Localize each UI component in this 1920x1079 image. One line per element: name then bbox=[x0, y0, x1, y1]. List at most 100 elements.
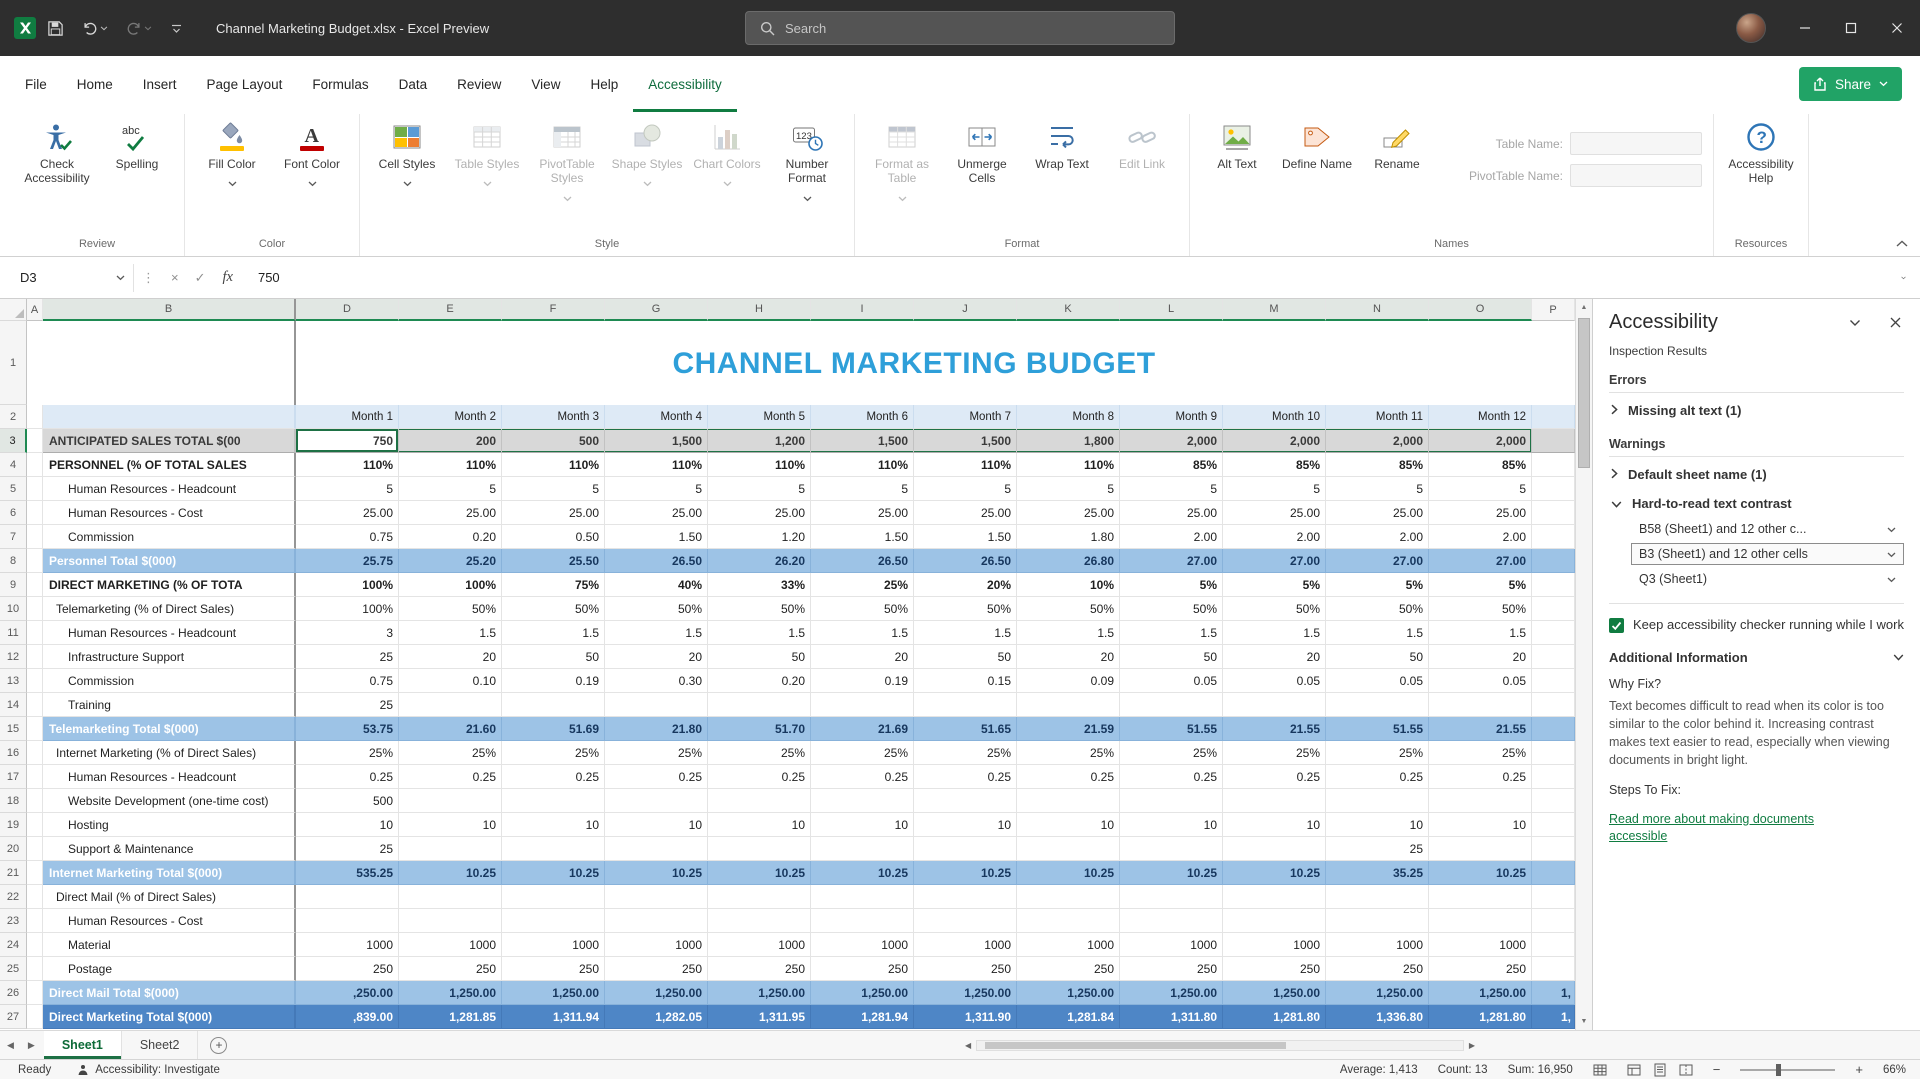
cell-K5[interactable]: 5 bbox=[1017, 477, 1120, 501]
name-box-resize-handle[interactable]: ⋮ bbox=[134, 270, 163, 286]
cell-D14[interactable]: 25 bbox=[296, 693, 399, 717]
cell-J14[interactable] bbox=[914, 693, 1017, 717]
tab-home[interactable]: Home bbox=[62, 56, 128, 112]
cell-H25[interactable]: 250 bbox=[708, 957, 811, 981]
cell-K24[interactable]: 1000 bbox=[1017, 933, 1120, 957]
row-header-26[interactable]: 26 bbox=[0, 981, 27, 1005]
cell-O27[interactable]: 1,281.80 bbox=[1429, 1005, 1532, 1029]
cell-O9[interactable]: 5% bbox=[1429, 573, 1532, 597]
cell-N17[interactable]: 0.25 bbox=[1326, 765, 1429, 789]
cell-A10[interactable] bbox=[27, 597, 43, 621]
cell-J26[interactable]: 1,250.00 bbox=[914, 981, 1017, 1005]
cell-M24[interactable]: 1000 bbox=[1223, 933, 1326, 957]
cell-J1[interactable] bbox=[914, 321, 1017, 405]
cell-G13[interactable]: 0.30 bbox=[605, 669, 708, 693]
cell-N15[interactable]: 51.55 bbox=[1326, 717, 1429, 741]
cell-O18[interactable] bbox=[1429, 789, 1532, 813]
row-header-15[interactable]: 15 bbox=[0, 717, 27, 741]
cell-K9[interactable]: 10% bbox=[1017, 573, 1120, 597]
cell-L7[interactable]: 2.00 bbox=[1120, 525, 1223, 549]
cell-J13[interactable]: 0.15 bbox=[914, 669, 1017, 693]
cell-H4[interactable]: 110% bbox=[708, 453, 811, 477]
cell-G27[interactable]: 1,282.05 bbox=[605, 1005, 708, 1029]
cell-H5[interactable]: 5 bbox=[708, 477, 811, 501]
tab-page-layout[interactable]: Page Layout bbox=[192, 56, 298, 112]
insert-function-icon[interactable]: fx bbox=[214, 269, 242, 286]
cell-B13[interactable]: Commission bbox=[43, 669, 296, 693]
cell-O3[interactable]: 2,000 bbox=[1429, 429, 1532, 453]
cell-H1[interactable] bbox=[708, 321, 811, 405]
cell-H8[interactable]: 26.20 bbox=[708, 549, 811, 573]
cell-G12[interactable]: 20 bbox=[605, 645, 708, 669]
cell-L21[interactable]: 10.25 bbox=[1120, 861, 1223, 885]
cell-B1[interactable] bbox=[43, 321, 296, 405]
cell-M17[interactable]: 0.25 bbox=[1223, 765, 1326, 789]
cell-B19[interactable]: Hosting bbox=[43, 813, 296, 837]
cell-F2[interactable]: Month 3 bbox=[502, 405, 605, 429]
table-name-input[interactable] bbox=[1570, 132, 1702, 155]
cell-K16[interactable]: 25% bbox=[1017, 741, 1120, 765]
cell-P22[interactable] bbox=[1532, 885, 1575, 909]
cell-B27[interactable]: Direct Marketing Total $(000) bbox=[43, 1005, 296, 1029]
cell-F17[interactable]: 0.25 bbox=[502, 765, 605, 789]
cell-E14[interactable] bbox=[399, 693, 502, 717]
page-break-view-icon[interactable] bbox=[1679, 1063, 1693, 1077]
cell-H27[interactable]: 1,311.95 bbox=[708, 1005, 811, 1029]
cell-M13[interactable]: 0.05 bbox=[1223, 669, 1326, 693]
cell-F24[interactable]: 1000 bbox=[502, 933, 605, 957]
wrap-text-button[interactable]: Wrap Text bbox=[1022, 114, 1102, 226]
vertical-scrollbar-thumb[interactable] bbox=[1578, 318, 1590, 468]
cell-J25[interactable]: 250 bbox=[914, 957, 1017, 981]
cell-K23[interactable] bbox=[1017, 909, 1120, 933]
cell-J4[interactable]: 110% bbox=[914, 453, 1017, 477]
missing-alt-text-1-item[interactable]: Missing alt text (1) bbox=[1609, 393, 1904, 422]
row-header-21[interactable]: 21 bbox=[0, 861, 27, 885]
cell-E5[interactable]: 5 bbox=[399, 477, 502, 501]
cell-D3[interactable]: 750 bbox=[296, 429, 399, 453]
row-header-13[interactable]: 13 bbox=[0, 669, 27, 693]
cell-K8[interactable]: 26.80 bbox=[1017, 549, 1120, 573]
row-header-3[interactable]: 3 bbox=[0, 429, 27, 453]
cell-L6[interactable]: 25.00 bbox=[1120, 501, 1223, 525]
cell-B9[interactable]: DIRECT MARKETING (% OF TOTA bbox=[43, 573, 296, 597]
cell-O17[interactable]: 0.25 bbox=[1429, 765, 1532, 789]
cell-F20[interactable] bbox=[502, 837, 605, 861]
cell-D8[interactable]: 25.75 bbox=[296, 549, 399, 573]
cell-J23[interactable] bbox=[914, 909, 1017, 933]
pivottable-styles-button[interactable]: PivotTable Styles bbox=[527, 114, 607, 226]
default-sheet-name-1-item[interactable]: Default sheet name (1) bbox=[1609, 457, 1904, 486]
cell-A1[interactable] bbox=[27, 321, 43, 405]
cell-D19[interactable]: 10 bbox=[296, 813, 399, 837]
cell-D20[interactable]: 25 bbox=[296, 837, 399, 861]
cell-A21[interactable] bbox=[27, 861, 43, 885]
cell-I15[interactable]: 21.69 bbox=[811, 717, 914, 741]
horizontal-scrollbar[interactable]: ◀ ▶ bbox=[965, 1031, 1475, 1059]
cell-A11[interactable] bbox=[27, 621, 43, 645]
cell-D24[interactable]: 1000 bbox=[296, 933, 399, 957]
row-header-20[interactable]: 20 bbox=[0, 837, 27, 861]
cell-E15[interactable]: 21.60 bbox=[399, 717, 502, 741]
cell-O4[interactable]: 85% bbox=[1429, 453, 1532, 477]
grid-icon[interactable] bbox=[1593, 1063, 1607, 1077]
column-header-G[interactable]: G bbox=[605, 299, 708, 321]
cell-A12[interactable] bbox=[27, 645, 43, 669]
tab-file[interactable]: File bbox=[10, 56, 62, 112]
cell-A13[interactable] bbox=[27, 669, 43, 693]
cell-M10[interactable]: 50% bbox=[1223, 597, 1326, 621]
cell-D16[interactable]: 25% bbox=[296, 741, 399, 765]
cell-D22[interactable] bbox=[296, 885, 399, 909]
cell-K3[interactable]: 1,800 bbox=[1017, 429, 1120, 453]
name-box[interactable]: D3 bbox=[12, 264, 134, 292]
cell-P5[interactable] bbox=[1532, 477, 1575, 501]
row-header-14[interactable]: 14 bbox=[0, 693, 27, 717]
cell-P2[interactable] bbox=[1532, 405, 1575, 429]
cell-F4[interactable]: 110% bbox=[502, 453, 605, 477]
cell-J27[interactable]: 1,311.90 bbox=[914, 1005, 1017, 1029]
cell-F5[interactable]: 5 bbox=[502, 477, 605, 501]
column-header-A[interactable]: A bbox=[27, 299, 43, 321]
cell-A6[interactable] bbox=[27, 501, 43, 525]
cell-J11[interactable]: 1.5 bbox=[914, 621, 1017, 645]
cell-P18[interactable] bbox=[1532, 789, 1575, 813]
cell-B22[interactable]: Direct Mail (% of Direct Sales) bbox=[43, 885, 296, 909]
cell-F19[interactable]: 10 bbox=[502, 813, 605, 837]
